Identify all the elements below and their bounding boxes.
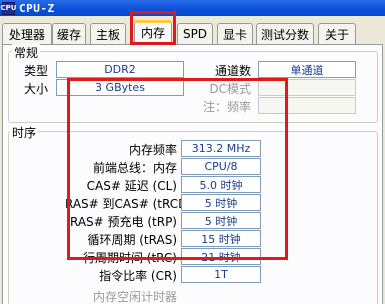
tab-mainboard[interactable]: 主板 <box>90 23 126 44</box>
window-title: CPU-Z <box>19 1 55 15</box>
tab-processor[interactable]: 处理器 <box>2 23 52 44</box>
title-bar[interactable]: CPU CPU-Z <box>0 0 385 16</box>
channels-label: 通道数 <box>214 64 251 78</box>
tab-strip: 处理器 缓存 主板 内存 SPD 显卡 测试分数 关于 <box>0 20 385 44</box>
tab-spd[interactable]: SPD <box>177 23 213 44</box>
tab-cache[interactable]: 缓存 <box>52 23 86 44</box>
type-label: 类型 <box>23 64 48 78</box>
annotation-box-memory-tab <box>130 11 176 45</box>
command-rate-label: 指令比率 (CR) <box>99 269 177 283</box>
channels-field: 单通道 <box>258 61 356 78</box>
timings-group-title: 时序 <box>10 124 39 141</box>
type-field: DDR2 <box>56 61 184 78</box>
command-rate-field: 1T <box>181 266 261 283</box>
tab-bench[interactable]: 测试分数 <box>256 23 314 44</box>
dram-idle-timer-label: 内存空闲计时器 <box>92 290 177 304</box>
tab-about[interactable]: 关于 <box>318 23 356 44</box>
size-label: 大小 <box>23 82 48 96</box>
general-group-title: 常规 <box>12 44 41 61</box>
annotation-box-timings <box>67 78 288 260</box>
cpu-z-app-icon: CPU <box>1 1 16 15</box>
tab-graphics[interactable]: 显卡 <box>217 23 253 44</box>
